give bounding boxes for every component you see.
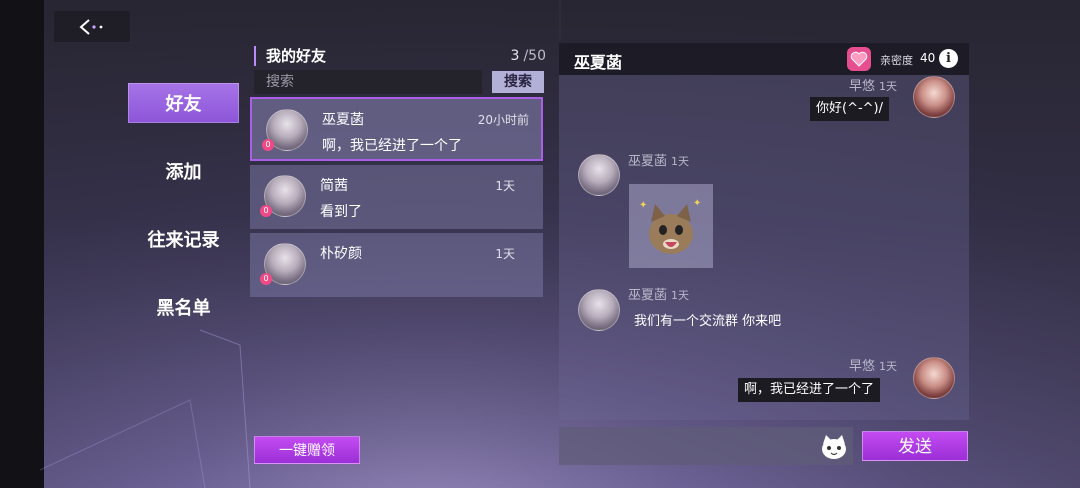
friend-name: 巫夏菡 [322, 112, 364, 128]
message-meta: 巫夏菡 1天 [628, 150, 689, 169]
message-sender: 早悠 [849, 359, 876, 374]
message-time: 1天 [879, 360, 898, 373]
message-time: 1天 [879, 80, 898, 93]
cat-sticker-image: ✦ ✦ [629, 184, 713, 268]
send-button[interactable]: 发送 [862, 431, 968, 461]
friends-title: 我的好友 [254, 46, 326, 66]
friend-time: 20小时前 [477, 113, 529, 127]
search-button[interactable]: 搜索 [492, 71, 544, 93]
nav-item-history[interactable]: 往来记录 [128, 219, 239, 259]
message-sender: 早悠 [849, 79, 876, 94]
heart-badge-icon: 0 [262, 139, 274, 151]
message-bubble: 啊，我已经进了一个了 [738, 378, 881, 402]
message-sender: 巫夏菡 [628, 288, 668, 303]
heart-badge-icon: 0 [260, 205, 272, 217]
intimacy-value: 40 [920, 51, 936, 65]
chat-panel: 巫夏菡 亲密度 40 i [559, 43, 969, 420]
bulk-claim-button[interactable]: 一键赠领 [254, 436, 360, 464]
cat-sticker-icon: ✦ ✦ [639, 198, 701, 254]
left-edge-bar [0, 0, 44, 488]
friend-row[interactable]: 0 朴矽颜 1天 [250, 233, 543, 297]
svg-text:✦: ✦ [639, 200, 647, 211]
cat-face-icon [822, 435, 846, 459]
friends-count-max: /50 [523, 48, 546, 64]
friend-time: 1天 [495, 247, 515, 261]
message-sender: 巫夏菡 [628, 154, 668, 169]
friend-last-message: 啊，我已经进了一个了 [322, 138, 462, 154]
message-text: 我们有一个交流群 你来吧 [634, 314, 782, 329]
message-time: 1天 [671, 155, 690, 168]
nav-item-blacklist[interactable]: 黑名单 [128, 287, 239, 327]
svg-text:✦: ✦ [693, 198, 701, 209]
friend-name: 朴矽颜 [320, 246, 362, 262]
search-input[interactable]: 搜索 [254, 70, 482, 94]
avatar [578, 154, 620, 196]
avatar [913, 357, 955, 399]
info-icon[interactable]: i [939, 49, 958, 68]
back-button[interactable] [54, 11, 130, 42]
intimacy-heart-icon[interactable] [847, 47, 871, 71]
chat-title: 巫夏菡 [574, 53, 623, 72]
heart-icon [850, 51, 868, 67]
message-meta: 巫夏菡 1天 [628, 284, 689, 303]
friends-header: 我的好友 3/50 [254, 46, 546, 68]
friend-row[interactable]: 0 巫夏菡 20小时前 啊，我已经进了一个了 [250, 97, 543, 161]
avatar [913, 76, 955, 118]
heart-badge-icon: 0 [260, 273, 272, 285]
message-bubble: 你好(^-^)/ [810, 97, 889, 121]
avatar [578, 289, 620, 331]
chat-input[interactable] [559, 427, 853, 465]
message-meta: 早悠 1天 [849, 355, 897, 374]
chat-header: 巫夏菡 亲密度 40 i [559, 43, 969, 75]
emoji-button[interactable] [818, 432, 850, 462]
friend-name: 简茜 [320, 178, 348, 194]
nav-item-friends[interactable]: 好友 [128, 83, 239, 123]
friend-last-message: 看到了 [320, 204, 362, 220]
friend-row[interactable]: 0 简茜 1天 看到了 [250, 165, 543, 229]
nav-item-add[interactable]: 添加 [128, 151, 239, 191]
friends-count-current: 3 [510, 48, 520, 64]
friends-count: 3/50 [511, 46, 546, 66]
friend-time: 1天 [495, 179, 515, 193]
intimacy-label: 亲密度 [880, 54, 913, 67]
back-arrow-icon [79, 18, 103, 35]
message-time: 1天 [671, 289, 690, 302]
message-meta: 早悠 1天 [849, 75, 897, 94]
